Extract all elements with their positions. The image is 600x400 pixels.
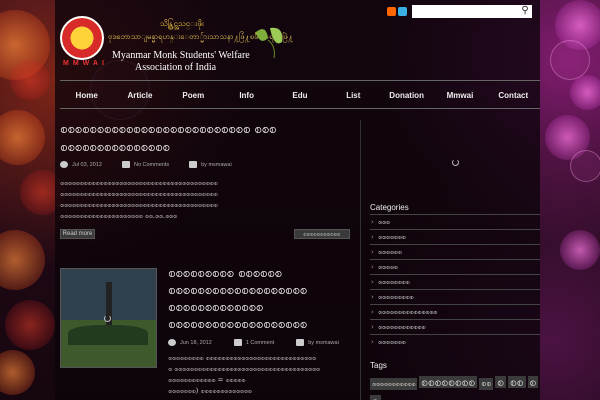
post-excerpt: စစစစစစစစစ စစစစစစစစစစစစစစစစစစစစစစစစစစစစ စ…	[168, 354, 320, 395]
nav-donation[interactable]: Donation	[380, 81, 433, 108]
tag-item[interactable]: စစ	[479, 378, 494, 390]
category-item[interactable]: စစစစစစစစ	[370, 274, 540, 290]
tag-cloud: စစစစစစစစစစစစစစစစစစစစစစစစစစ	[370, 373, 545, 400]
org-logo[interactable]	[60, 16, 104, 60]
org-myanmar-line1: သိန္တြင္အသင္းဖိုး	[160, 19, 204, 28]
category-item[interactable]: စစစစစစ	[370, 244, 540, 260]
tag-item[interactable]: စ	[370, 395, 381, 400]
post-comments[interactable]: 1 Comment	[246, 340, 274, 346]
post-title-cont[interactable]: စစစစစစစစစစစစစစစ	[60, 140, 170, 156]
post-meta: Jul 03, 2012 No Comments by msmawai	[60, 161, 232, 168]
post-title[interactable]: စစစစစစစစစစစစစစစစစစစစစစစစစစ စစစ	[60, 122, 276, 138]
comment-icon	[233, 339, 242, 346]
twitter-icon[interactable]	[398, 7, 407, 16]
comment-icon	[121, 161, 130, 168]
thumb-spinner-icon	[104, 315, 111, 322]
category-item[interactable]: စစစစစ	[370, 259, 540, 275]
tag-item[interactable]: စ	[495, 376, 507, 388]
post-title[interactable]: စစစစစစစစစ စစစစစစ	[168, 266, 282, 282]
nav-poem[interactable]: Poem	[167, 81, 220, 108]
post-author[interactable]: by msmawai	[201, 162, 232, 168]
nav-contact[interactable]: Contact	[487, 81, 540, 108]
category-item[interactable]: စစစ	[370, 214, 540, 230]
nav-list[interactable]: List	[327, 81, 380, 108]
post-date: Jun 18, 2012	[180, 339, 212, 346]
category-item[interactable]: စစစစစစစ	[370, 229, 540, 245]
logo-text: MMWAI	[63, 60, 108, 67]
secondary-button[interactable]: စစစစစစစစစစစ	[294, 229, 350, 239]
main-nav: Home Article Poem Info Edu List Donation…	[60, 80, 540, 109]
category-item[interactable]: စစစစစစစစစ	[370, 289, 540, 305]
nav-info[interactable]: Info	[220, 81, 273, 108]
read-more-button[interactable]: Read more	[60, 229, 95, 239]
category-item[interactable]: စစစစစစစစစစစစစစစ	[370, 304, 540, 320]
org-english-line1: Myanmar Monk Students' Welfare	[112, 50, 250, 61]
clock-icon	[168, 339, 176, 346]
tag-item[interactable]: စ	[527, 376, 539, 388]
loading-spinner-icon	[452, 159, 459, 166]
nav-home[interactable]: Home	[60, 81, 113, 108]
post-excerpt: စစစစစစစစစစစစစစစစစစစစစစစစစစစစစစစစစစစစစစစစ…	[60, 179, 218, 220]
nav-article[interactable]: Article	[113, 81, 166, 108]
post-title-cont[interactable]: စစစစစစစစစစစစစစစစစစစ	[168, 317, 307, 333]
categories-list: စစစ စစစစစစစ စစစစစစ စစစစစ စစစစစစစစ စစစစစစ…	[370, 214, 540, 350]
bodhi-leaf-icon	[256, 27, 283, 59]
search-input[interactable]	[412, 5, 532, 18]
post-title-cont[interactable]: စစစစစစစစစစစစစ	[168, 300, 263, 316]
rss-icon[interactable]	[387, 7, 396, 16]
post-title-cont[interactable]: စစစစစစစစစစစစစစစစစစစ	[168, 283, 307, 299]
category-item[interactable]: စစစစစစစ	[370, 334, 540, 350]
category-item[interactable]: စစစစစစစစစစစစ	[370, 319, 540, 335]
post-author[interactable]: by msmawai	[308, 340, 339, 346]
tag-item[interactable]: စစစစစစစစစစစ	[370, 378, 418, 390]
author-icon	[189, 161, 198, 168]
nav-edu[interactable]: Edu	[273, 81, 326, 108]
post-meta: Jun 18, 2012 1 Comment by msmawai	[168, 339, 339, 346]
post-comments[interactable]: No Comments	[134, 162, 169, 168]
nav-mmwai[interactable]: Mmwai	[433, 81, 486, 108]
tag-item[interactable]: စစ	[508, 376, 526, 388]
post-date: Jul 03, 2012	[72, 161, 102, 168]
clock-icon	[60, 161, 68, 168]
org-english-line2: Association of India	[135, 62, 217, 73]
search-icon[interactable]: ⚲	[518, 5, 532, 18]
author-icon	[296, 339, 305, 346]
tag-item[interactable]: စစစစစစစစ	[419, 376, 478, 388]
sidebar-divider	[360, 120, 361, 400]
trees-image	[68, 325, 148, 345]
categories-heading: Categories	[370, 203, 409, 212]
tags-heading: Tags	[370, 361, 387, 370]
